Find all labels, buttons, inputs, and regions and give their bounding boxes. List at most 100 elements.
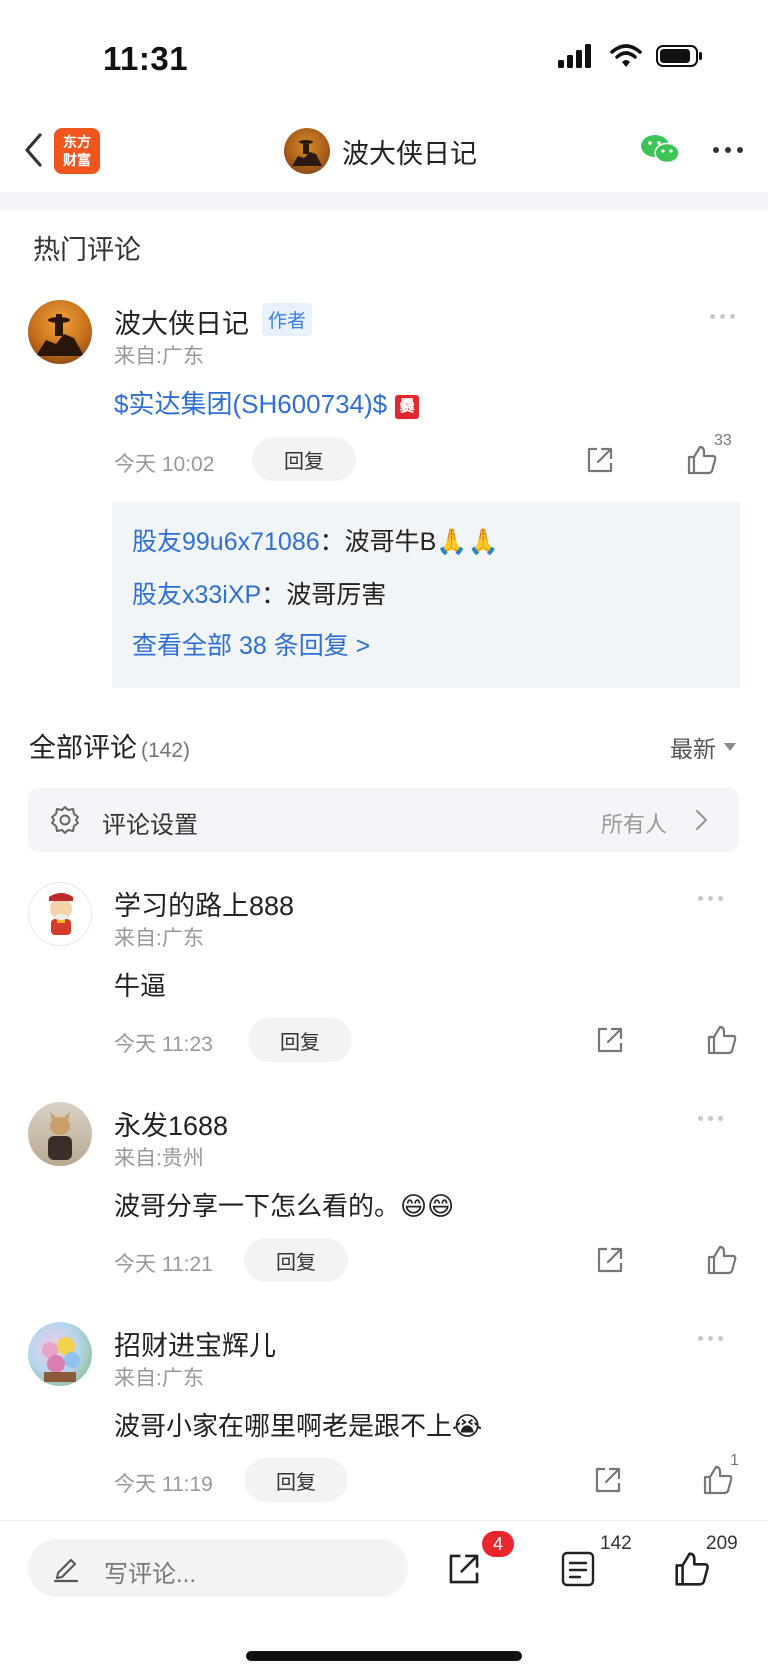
share-icon: [587, 447, 613, 473]
reply-button[interactable]: 回复: [244, 1238, 348, 1282]
reply-text: 波哥牛B🙏🙏: [344, 528, 499, 556]
avatar[interactable]: [28, 1102, 92, 1166]
comment-settings-row[interactable]: 评论设置 所有人: [28, 788, 739, 852]
reply-text: 波哥厉害: [286, 581, 387, 609]
thumbs-up-icon: [707, 1025, 737, 1055]
back-button[interactable]: [14, 126, 54, 174]
settings-label: 评论设置: [102, 812, 198, 839]
comment-content: 波哥小家在哪里啊老是跟不上😭: [114, 1411, 483, 1441]
hot-comments-title: 热门评论: [33, 235, 141, 265]
reply-separator: ：: [261, 581, 287, 609]
comments-button[interactable]: [556, 1547, 600, 1591]
share-count-badge: 4: [482, 1531, 514, 1557]
chevron-left-icon: [25, 133, 42, 167]
write-comment-placeholder: 写评论...: [104, 1561, 197, 1588]
like-button[interactable]: [702, 1020, 742, 1060]
status-time: 11:31: [103, 40, 189, 77]
caret-down-icon: [724, 743, 736, 751]
stock-link[interactable]: $实达集团(SH600734)$: [114, 389, 387, 419]
avatar[interactable]: [28, 300, 92, 364]
comment-time: 今天 10:02: [114, 453, 215, 476]
share-icon: [449, 1554, 479, 1584]
comment-content: 牛逼: [114, 971, 167, 1001]
comment-more-button[interactable]: [702, 306, 742, 326]
share-icon: [597, 1247, 623, 1273]
wechat-share-button[interactable]: [640, 132, 680, 168]
thumbs-up-icon: [675, 1552, 709, 1586]
more-button[interactable]: [708, 132, 748, 168]
comment-more-button[interactable]: [690, 1328, 730, 1348]
view-all-replies-link[interactable]: 查看全部 38 条回复 >: [132, 626, 370, 662]
write-comment-input[interactable]: 写评论...: [28, 1539, 408, 1597]
comment-location: 来自:广东: [114, 345, 204, 368]
wifi-icon: [610, 44, 642, 67]
battery-icon: [656, 45, 702, 67]
nav-bar: 东方 财富 波大侠日记: [0, 110, 768, 190]
avatar[interactable]: [28, 1322, 92, 1386]
comment-location: 来自:广东: [114, 1367, 204, 1390]
share-icon: [595, 1467, 621, 1493]
wechat-icon: [641, 135, 680, 164]
avatar[interactable]: [28, 882, 92, 946]
reply-button[interactable]: 回复: [248, 1018, 352, 1062]
author-badge: 作者: [262, 303, 313, 336]
pencil-icon: [53, 1559, 79, 1583]
comment-more-button[interactable]: [690, 1108, 730, 1128]
status-bar: 11:31: [0, 0, 768, 110]
comment-author-name[interactable]: 招财进宝辉儿: [114, 1324, 276, 1363]
chevron-right-icon: [695, 809, 708, 831]
home-indicator: [246, 1651, 522, 1661]
app-logo-line1: 东方: [63, 134, 91, 150]
like-count: 1: [730, 1452, 739, 1469]
avatar: [284, 128, 330, 174]
like-count: 33: [714, 432, 732, 449]
bottom-bar: 写评论... 4 142 209: [0, 1520, 768, 1672]
comment-content: 波哥分享一下怎么看的。😄😄: [114, 1191, 455, 1221]
sort-label: 最新: [670, 736, 716, 762]
share-button[interactable]: [588, 1460, 628, 1500]
comment-author-name[interactable]: 波大侠日记: [114, 302, 249, 341]
comment-time: 今天 11:21: [114, 1253, 213, 1276]
comment-author-name[interactable]: 永发1688: [114, 1104, 228, 1143]
sort-dropdown[interactable]: 最新: [670, 730, 736, 764]
more-icon: [713, 147, 743, 153]
status-icons: [558, 44, 704, 68]
all-comments-label: 全部评论: [29, 733, 137, 763]
likes-count: 209: [706, 1533, 738, 1554]
comment-more-button[interactable]: [690, 888, 730, 908]
comment-time: 今天 11:23: [114, 1033, 213, 1056]
share-button[interactable]: [590, 1240, 630, 1280]
cellular-signal-icon: [558, 44, 591, 68]
gear-icon: [51, 806, 79, 834]
divider: [0, 192, 768, 210]
app-logo[interactable]: 东方 财富: [54, 128, 100, 174]
like-button[interactable]: [702, 1240, 742, 1280]
thumbs-up-icon: [707, 1245, 737, 1275]
comment-time: 今天 11:19: [114, 1473, 213, 1496]
reply-item[interactable]: 股友99u6x71086：波哥牛B🙏🙏: [132, 522, 499, 558]
app-logo-line2: 财富: [63, 152, 91, 168]
all-comments-title: 全部评论 (142): [29, 726, 190, 765]
replies-preview: 股友99u6x71086：波哥牛B🙏🙏 股友x33iXP：波哥厉害 查看全部 3…: [112, 502, 740, 688]
reply-user[interactable]: 股友x33iXP: [132, 581, 261, 609]
comment-location: 来自:广东: [114, 927, 204, 950]
reply-separator: ：: [319, 528, 345, 556]
reply-button[interactable]: 回复: [244, 1458, 348, 1502]
comments-count: 142: [600, 1533, 632, 1554]
page-title: 波大侠日记: [342, 138, 477, 169]
nav-author[interactable]: 波大侠日记: [284, 126, 477, 176]
share-button[interactable]: [590, 1020, 630, 1060]
reply-item[interactable]: 股友x33iXP：波哥厉害: [132, 575, 386, 611]
red-badge-icon: 爨: [395, 395, 420, 419]
comment-count: (142): [141, 739, 191, 762]
share-button[interactable]: [580, 440, 620, 480]
comment-list-icon: [561, 1551, 595, 1587]
reply-user[interactable]: 股友99u6x71086: [132, 528, 320, 556]
settings-value: 所有人: [600, 812, 667, 837]
share-button[interactable]: [442, 1547, 486, 1591]
comment-author-name[interactable]: 学习的路上888: [114, 884, 294, 923]
comment-location: 来自:贵州: [114, 1147, 204, 1170]
share-icon: [597, 1027, 623, 1053]
comment-content: $实达集团(SH600734)$ 爨: [114, 384, 420, 421]
reply-button[interactable]: 回复: [252, 437, 356, 481]
